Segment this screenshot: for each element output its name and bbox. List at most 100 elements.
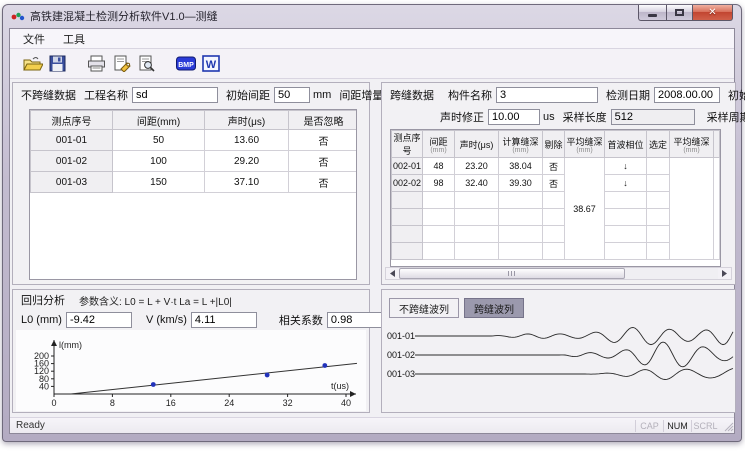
column-header: 剔除 — [543, 131, 565, 158]
first-wave-phase-cell[interactable] — [605, 226, 647, 243]
avg-depth-cell-2[interactable] — [670, 158, 714, 260]
print-button[interactable] — [84, 52, 109, 76]
table-row[interactable]: 001-0210029.20否 — [31, 151, 358, 172]
table-cell[interactable] — [392, 226, 423, 243]
table-cell[interactable] — [423, 226, 455, 243]
select-cell[interactable] — [647, 175, 670, 192]
l0-input[interactable] — [66, 312, 132, 328]
time-corr-input[interactable] — [488, 109, 540, 125]
velocity-input[interactable] — [191, 312, 257, 328]
table-cell[interactable] — [455, 226, 499, 243]
export-bmp-button[interactable]: BMP — [173, 52, 198, 76]
menu-tools[interactable]: 工具 — [54, 29, 94, 49]
table-cell[interactable] — [423, 192, 455, 209]
open-button[interactable] — [20, 52, 45, 76]
table-cell[interactable]: 150 — [113, 172, 205, 193]
svg-text:t(us): t(us) — [331, 381, 349, 391]
first-wave-phase-cell[interactable] — [605, 209, 647, 226]
table-row[interactable]: 002-014823.2038.04否38.67↓ — [392, 158, 720, 175]
table-cell[interactable]: 否 — [543, 175, 565, 192]
project-name-input[interactable] — [132, 87, 218, 103]
scrollbar-thumb[interactable] — [399, 268, 625, 279]
export-word-button[interactable]: W — [198, 52, 223, 76]
first-wave-phase-cell[interactable] — [605, 243, 647, 260]
scroll-right-arrow[interactable] — [718, 268, 731, 279]
no-cross-table-box: 测点序号间距(mm)声时(μs)是否忽略001-015013.60否001-02… — [29, 109, 357, 280]
close-button[interactable]: ✕ — [693, 5, 733, 21]
open-folder-icon — [23, 55, 43, 72]
first-wave-phase-cell[interactable]: ↓ — [605, 158, 647, 175]
table-cell[interactable] — [423, 209, 455, 226]
table-cell[interactable] — [455, 209, 499, 226]
table-cell[interactable]: 48 — [423, 158, 455, 175]
table-cell[interactable]: 否 — [543, 158, 565, 175]
table-cell[interactable]: 39.30 — [499, 175, 543, 192]
table-cell[interactable]: 38.04 — [499, 158, 543, 175]
table-cell[interactable] — [499, 209, 543, 226]
table-cell[interactable] — [392, 243, 423, 260]
titlebar[interactable]: 高铁建混凝土检测分析软件V1.0—测缝 ✕ — [3, 5, 741, 27]
menu-file[interactable]: 文件 — [14, 29, 54, 49]
table-cell[interactable]: 13.60 — [205, 130, 289, 151]
table-cell[interactable]: 29.20 — [205, 151, 289, 172]
table-cell[interactable] — [499, 243, 543, 260]
table-row[interactable]: 001-0315037.10否 — [31, 172, 358, 193]
component-name-label: 构件名称 — [448, 87, 492, 103]
table-cell[interactable]: 23.20 — [455, 158, 499, 175]
table-cell[interactable]: 50 — [113, 130, 205, 151]
scrollbar-track[interactable] — [625, 268, 718, 279]
maximize-button[interactable] — [666, 5, 693, 21]
print-setup-button[interactable] — [109, 52, 134, 76]
table-cell[interactable] — [543, 226, 565, 243]
tab-cross-wave[interactable]: 跨缝波列 — [464, 298, 524, 318]
sample-len-input[interactable] — [611, 109, 695, 125]
table-cell[interactable]: 002-01 — [392, 158, 423, 175]
table-cell[interactable]: 37.10 — [205, 172, 289, 193]
svg-text:32: 32 — [283, 398, 293, 408]
header-unit: (mm) — [499, 148, 542, 154]
table-cell[interactable] — [455, 243, 499, 260]
first-wave-phase-cell[interactable]: ↓ — [605, 175, 647, 192]
component-name-input[interactable] — [496, 87, 598, 103]
table-cell[interactable]: 否 — [289, 130, 358, 151]
test-date-input[interactable] — [654, 87, 720, 103]
table-cell[interactable] — [543, 192, 565, 209]
select-cell[interactable] — [647, 158, 670, 175]
init-spacing-input[interactable] — [274, 87, 310, 103]
table-cell[interactable] — [499, 226, 543, 243]
sample-period-label: 采样周期 — [707, 109, 745, 125]
table-cell[interactable]: 001-01 — [31, 130, 113, 151]
table-cell[interactable] — [392, 192, 423, 209]
table-cell[interactable]: 否 — [289, 151, 358, 172]
table-cell[interactable] — [543, 209, 565, 226]
table-cell[interactable]: 98 — [423, 175, 455, 192]
data-point — [322, 363, 327, 368]
table-cell[interactable]: 32.40 — [455, 175, 499, 192]
tab-no-cross-wave[interactable]: 不跨缝波列 — [389, 298, 459, 318]
column-header: 间距(mm) — [113, 111, 205, 130]
table-cell[interactable] — [392, 209, 423, 226]
save-button[interactable] — [45, 52, 70, 76]
minimize-button[interactable] — [638, 5, 666, 21]
horizontal-scrollbar[interactable] — [385, 267, 732, 280]
print-preview-button[interactable] — [134, 52, 159, 76]
header-text: 平均缝深 — [673, 137, 709, 147]
table-row[interactable]: 001-015013.60否 — [31, 130, 358, 151]
table-cell[interactable]: 否 — [289, 172, 358, 193]
table-cell[interactable] — [543, 243, 565, 260]
table-cell[interactable] — [499, 192, 543, 209]
avg-depth-cell[interactable]: 38.67 — [565, 158, 605, 260]
table-cell[interactable]: 002-02 — [392, 175, 423, 192]
select-cell[interactable] — [647, 209, 670, 226]
table-cell[interactable]: 001-03 — [31, 172, 113, 193]
select-cell[interactable] — [647, 192, 670, 209]
select-cell[interactable] — [647, 243, 670, 260]
scroll-left-arrow[interactable] — [386, 268, 399, 279]
table-cell[interactable] — [455, 192, 499, 209]
table-cell[interactable]: 001-02 — [31, 151, 113, 172]
table-cell[interactable] — [423, 243, 455, 260]
table-cell[interactable]: 100 — [113, 151, 205, 172]
select-cell[interactable] — [647, 226, 670, 243]
resize-grip-icon[interactable] — [721, 419, 734, 432]
first-wave-phase-cell[interactable] — [605, 192, 647, 209]
